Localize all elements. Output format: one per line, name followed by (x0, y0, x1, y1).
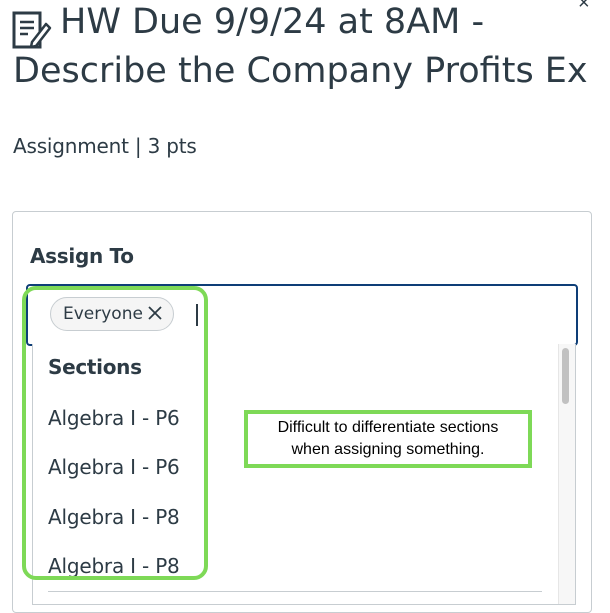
callout-line-2: when assigning something. (291, 441, 485, 458)
title-line-2: Describe the Company Profits Ex (13, 51, 588, 91)
annotation-callout: Difficult to differentiate sections when… (244, 410, 532, 468)
assign-to-label: Assign To (30, 244, 134, 268)
annotation-highlight-frame (22, 286, 208, 580)
close-icon[interactable]: × (578, 0, 590, 15)
callout-line-1: Difficult to differentiate sections (277, 419, 499, 436)
assignment-meta: Assignment | 3 pts (13, 134, 197, 158)
title-line-1: HW Due 9/9/24 at 8AM - (60, 2, 485, 42)
scrollbar-thumb[interactable] (562, 348, 569, 404)
page-title: HW Due 9/9/24 at 8AM - Describe the Comp… (13, 0, 593, 96)
dropdown-divider (48, 591, 542, 592)
